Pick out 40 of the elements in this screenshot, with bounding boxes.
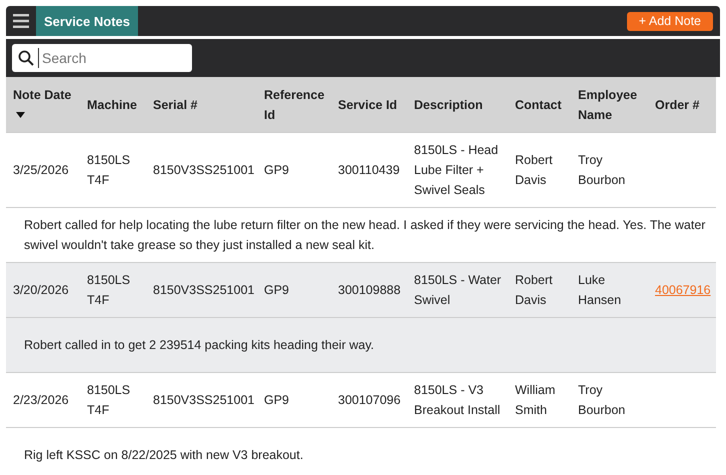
column-header[interactable]: Order # (648, 77, 716, 132)
table-cell: Troy Bourbon (571, 372, 648, 428)
note-text: Rig left KSSC on 8/22/2025 with new V3 breakout. (24, 447, 304, 464)
table-cell: 2/23/2026 (6, 372, 80, 428)
note-text: Robert called for help locating the lube return filter on the new head. I asked if they were servicing the head. Yes. The water swivel wouldn't take grease so they just installed a new seal kit. (24, 217, 706, 254)
table-cell: Robert Davis (508, 262, 571, 318)
column-header[interactable]: Employee Name (571, 77, 648, 132)
table-cell: 300109888 (331, 262, 407, 318)
column-header[interactable]: Description (407, 77, 508, 132)
table-cell: 3/25/2026 (6, 132, 80, 208)
table-cell: William Smith (508, 372, 571, 428)
column-header[interactable]: Contact (508, 77, 571, 132)
table-cell: Troy Bourbon (571, 132, 648, 208)
table-cell: 8150V3SS251001 (146, 132, 257, 208)
table-cell: Robert Davis (508, 132, 571, 208)
table-cell: 8150LS T4F (80, 262, 146, 318)
table-cell: 3/20/2026 (6, 262, 80, 318)
table-cell: 8150LS - Head Lube Filter + Swivel Seals (407, 132, 508, 208)
note-text: Robert called in to get 2 239514 packing kits heading their way. (24, 337, 375, 354)
table-cell: 8150LS - V3 Breakout Install (407, 372, 508, 428)
column-header[interactable]: Serial # (146, 77, 257, 132)
column-header[interactable]: Reference Id (257, 77, 331, 132)
search-icon (18, 50, 34, 66)
column-header[interactable]: Machine (80, 77, 146, 132)
search-field[interactable]: Search (12, 44, 192, 72)
table-cell: 8150LS - Water Swivel (407, 262, 508, 318)
app-title: Service Notes (36, 6, 138, 36)
menu-icon (13, 14, 29, 28)
table-cell: 300110439 (331, 132, 407, 208)
table-cell: GP9 (257, 262, 331, 318)
column-header[interactable]: Note Date (6, 77, 80, 132)
table-cell: 8150LS T4F (80, 372, 146, 428)
table-cell: 8150V3SS251001 (146, 372, 257, 428)
table-cell: Luke Hansen (571, 262, 648, 318)
table-cell: GP9 (257, 372, 331, 428)
table-cell: 300107096 (331, 372, 407, 428)
column-header[interactable]: Service Id (331, 77, 407, 132)
table-cell: GP9 (257, 132, 331, 208)
table-cell: 8150V3SS251001 (146, 262, 257, 318)
table-cell: 8150LS T4F (80, 132, 146, 208)
